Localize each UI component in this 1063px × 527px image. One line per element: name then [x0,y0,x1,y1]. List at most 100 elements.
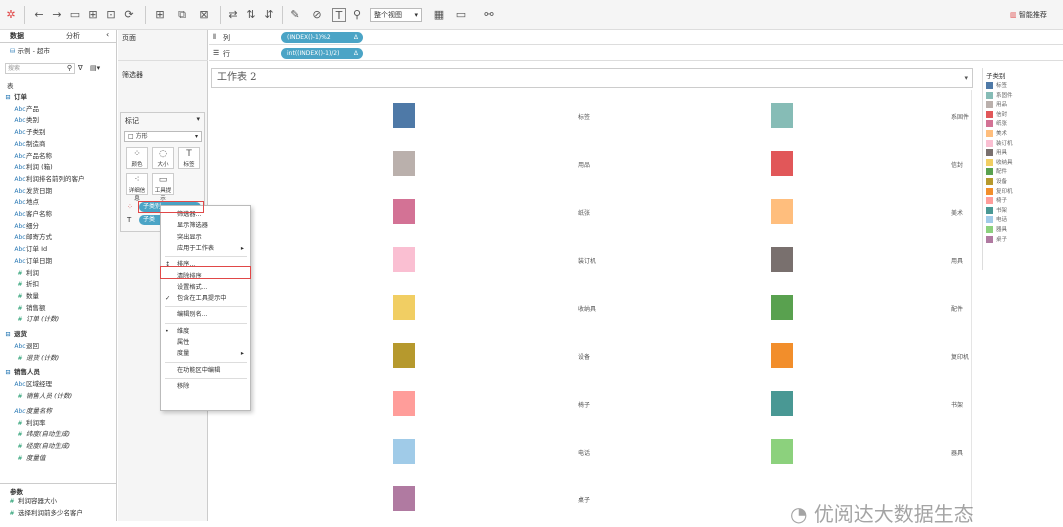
search-input[interactable]: 搜索 ⚲ [5,63,75,74]
menu-item[interactable]: 应用于工作表 ▸ [161,243,250,254]
legend-item[interactable]: 收纳具 [986,158,1013,168]
field-item[interactable]: Abc产品名称 [14,151,116,163]
mark-square[interactable] [393,103,415,128]
group-members-icon[interactable]: ⊘ [310,8,324,22]
menu-item[interactable]: 编辑别名... [161,309,250,320]
fit-view-select[interactable]: 整个视图 ▾ [370,8,422,22]
table-group-header[interactable]: ⊟ 退货 [2,329,116,341]
mark-square[interactable] [393,295,415,320]
field-item[interactable]: Abc利润 (箱) [14,162,116,174]
redo-icon[interactable]: → [50,8,64,22]
menu-item[interactable]: ✓ 包含在工具提示中 [161,293,250,304]
field-item[interactable]: Abc客户名称 [14,209,116,221]
field-item[interactable]: # 经度(自动生成) [14,441,116,453]
table-group-header[interactable]: ⊟ 订单 [2,92,116,104]
legend-item[interactable]: 纸张 [986,120,1007,129]
menu-item[interactable]: 显示筛选器 [161,220,250,231]
sheet-title[interactable]: 工作表 2 ▾ [211,68,973,88]
legend-item[interactable]: 标签 [986,82,1007,91]
field-item[interactable]: # 销售人员 (计数) [14,391,116,403]
legend-item[interactable]: 椅子 [986,197,1007,206]
share-icon[interactable]: ⚯ [482,8,496,22]
field-item[interactable]: Abc制造商 [14,139,116,151]
view-list-icon[interactable]: ▤▾ [90,64,100,72]
swap-rows-columns-icon[interactable]: ⇄ [226,8,240,22]
legend-item[interactable]: 信封 [986,110,1007,120]
tooltip-button[interactable]: ▭ 工具提示 [152,173,174,202]
field-item[interactable]: # 利润率 [14,418,116,430]
label-button[interactable]: T 标签 [178,147,200,169]
show-hide-cards-icon[interactable]: ▦ [432,8,446,22]
mark-square[interactable] [393,199,415,224]
datasource-item[interactable]: ⛁ 示例 - 超市 [10,45,50,55]
field-item[interactable]: Abc订单 Id [14,244,116,256]
detail-button[interactable]: ⁖ 详细信息 [126,173,148,202]
save-icon[interactable]: ▭ [68,8,82,22]
mark-square[interactable] [771,439,793,464]
menu-item[interactable]: 度量 ▸ [161,348,250,359]
legend-item[interactable]: 美术 [986,130,1007,139]
rows-pill[interactable]: int((INDEX()-1)/2) Δ [281,48,363,59]
legend-item[interactable]: 装订机 [986,139,1013,149]
parameter-item[interactable]: # 利润容器大小 [6,496,116,508]
legend-item[interactable]: 设备 [986,178,1007,187]
parameter-item[interactable]: # 选择利润前多少名客户 [6,508,116,520]
field-item[interactable]: Abc区域经理 [14,379,116,391]
mark-square[interactable] [771,199,793,224]
tableau-logo-icon[interactable]: ✲ [4,8,18,22]
mark-square[interactable] [393,391,415,416]
mark-type-select[interactable]: □ 方形 ▾ [124,131,202,142]
legend-item[interactable]: 复印机 [986,187,1013,197]
menu-item[interactable]: 移除 [161,381,250,392]
size-button[interactable]: ◌ 大小 [152,147,174,169]
duplicate-sheet-icon[interactable]: ⧉ [175,8,189,22]
mark-square[interactable] [771,151,793,176]
field-item[interactable]: Abc度量名称 [14,406,116,418]
rows-shelf[interactable]: ☰ 行 int((INDEX()-1)/2) Δ [209,46,1063,61]
presentation-mode-icon[interactable]: ▭ [454,8,468,22]
legend-item[interactable]: 桌子 [986,235,1007,245]
new-datasource-icon[interactable]: ⊞ [86,8,100,22]
field-item[interactable]: # 订单 (计数) [14,314,116,326]
clear-sheet-icon[interactable]: ⊠ [197,8,211,22]
columns-pill[interactable]: (INDEX()-1)%2 Δ [281,32,363,43]
filter-icon[interactable]: ∇ [78,64,83,72]
columns-shelf[interactable]: ⦀ 列 (INDEX()-1)%2 Δ [209,30,1063,45]
mark-square[interactable] [771,343,793,368]
mark-square[interactable] [771,391,793,416]
mark-square[interactable] [393,151,415,176]
new-worksheet-icon[interactable]: ⊞ [153,8,167,22]
field-item[interactable]: # 利润 [14,268,116,280]
show-me-button[interactable]: ▥ 智能推荐 [1010,8,1047,22]
highlight-icon[interactable]: ✎ [288,8,302,22]
legend-item[interactable]: 配件 [986,168,1007,177]
field-item[interactable]: Abc退回 [14,341,116,353]
tab-data[interactable]: 数据 [10,30,24,42]
table-group-header[interactable]: ⊟ 销售人员 [2,367,116,379]
field-item[interactable]: # 折扣 [14,279,116,291]
sort-descending-icon[interactable]: ⇵ [262,8,276,22]
field-item[interactable]: Abc发货日期 [14,186,116,198]
field-item[interactable]: Abc邮寄方式 [14,232,116,244]
menu-item[interactable]: 突出显示 [161,232,250,243]
collapse-icon[interactable]: ‹ [106,30,109,39]
color-button[interactable]: ⁘ 颜色 [126,147,148,169]
field-item[interactable]: # 度量值 [14,453,116,465]
field-item[interactable]: Abc产品 [14,104,116,116]
sort-ascending-icon[interactable]: ⇅ [244,8,258,22]
mark-square[interactable] [393,247,415,272]
legend-item[interactable]: 用具 [986,149,1007,158]
mark-square[interactable] [393,486,415,511]
pause-updates-icon[interactable]: ⊡ [104,8,118,22]
field-item[interactable]: Abc类别 [14,115,116,127]
menu-item[interactable]: 在功能区中编辑 [161,365,250,376]
legend-item[interactable]: 用品 [986,101,1007,110]
legend-item[interactable]: 电话 [986,216,1007,225]
menu-item[interactable]: • 维度 [161,326,250,337]
legend-item[interactable]: 器具 [986,226,1007,235]
field-item[interactable]: Abc订单日期 [14,256,116,268]
mark-square[interactable] [393,439,415,464]
undo-icon[interactable]: ← [32,8,46,22]
field-item[interactable]: Abc地点 [14,197,116,209]
tab-analytics[interactable]: 分析 [66,30,80,42]
